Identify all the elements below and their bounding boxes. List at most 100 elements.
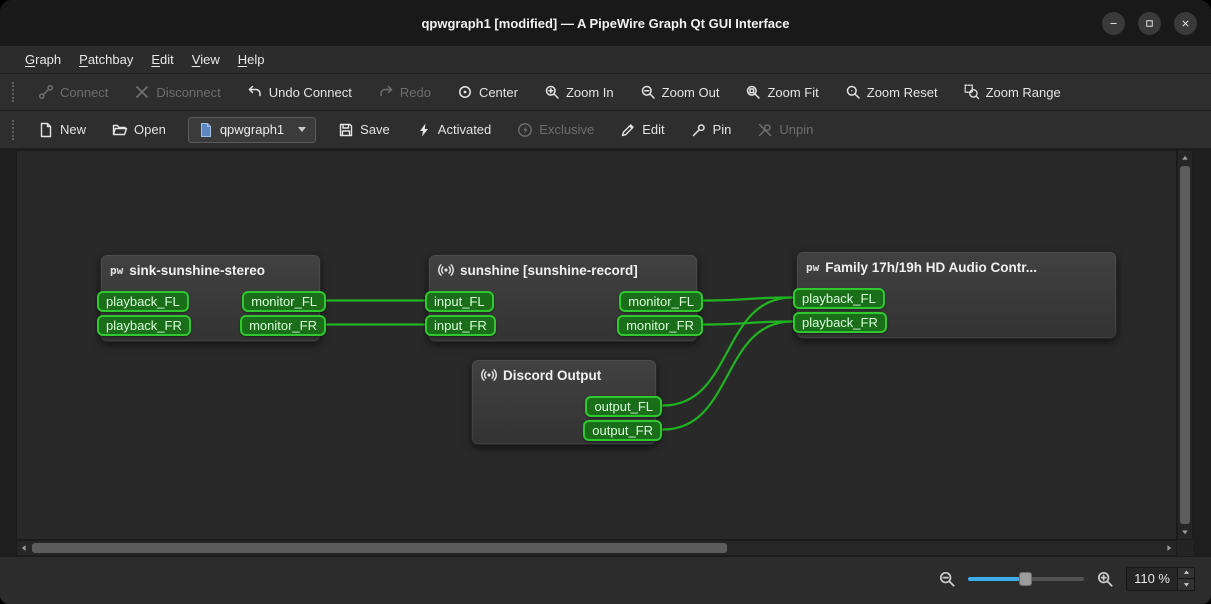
arrow-up-icon xyxy=(1182,568,1191,577)
record-icon xyxy=(438,262,454,278)
port-input-playback_FL[interactable]: playback_FL xyxy=(793,288,885,309)
menu-item-patchbay[interactable]: Patchbay xyxy=(70,46,142,73)
scroll-up-button[interactable] xyxy=(1178,151,1192,165)
port-input-input_FR[interactable]: input_FR xyxy=(425,315,496,336)
new-icon xyxy=(38,122,54,138)
pipewire-icon: pw xyxy=(110,262,123,278)
node-family[interactable]: pwFamily 17h/19h HD Audio Contr...playba… xyxy=(796,251,1117,339)
unpin-icon xyxy=(757,122,773,138)
zoom-reset-icon xyxy=(845,84,861,100)
graph-view: pwsink-sunshine-stereoplayback_FLplaybac… xyxy=(0,148,1211,556)
zoom-reset-button[interactable]: Zoom Reset xyxy=(837,78,946,106)
toolbar-button-label: Zoom Fit xyxy=(767,85,818,100)
horizontal-scrollbar-thumb[interactable] xyxy=(32,543,727,553)
center-button[interactable]: Center xyxy=(449,78,526,106)
menu-item-view[interactable]: View xyxy=(183,46,229,73)
connect-icon xyxy=(38,84,54,100)
graph-canvas[interactable]: pwsink-sunshine-stereoplayback_FLplaybac… xyxy=(16,150,1177,540)
zoom-slider[interactable] xyxy=(968,571,1084,587)
zoom-spinbox[interactable]: 110 % xyxy=(1126,567,1195,591)
zoom-fit-button[interactable]: Zoom Fit xyxy=(737,78,826,106)
statusbar: 110 % xyxy=(0,556,1211,604)
vertical-scrollbar-thumb[interactable] xyxy=(1180,166,1190,524)
menu-item-graph[interactable]: Graph xyxy=(16,46,70,73)
open-button[interactable]: Open xyxy=(104,116,174,144)
scroll-right-button[interactable] xyxy=(1162,541,1176,555)
activated-button[interactable]: Activated xyxy=(408,116,499,144)
zoom-in-icon xyxy=(544,84,560,100)
port-output-monitor_FR[interactable]: monitor_FR xyxy=(617,315,703,336)
horizontal-scrollbar[interactable] xyxy=(16,540,1177,556)
toolbar-drag-handle[interactable] xyxy=(12,120,18,140)
node-discord[interactable]: Discord Outputoutput_FLoutput_FR xyxy=(471,359,657,445)
exclusive-button[interactable]: Exclusive xyxy=(509,116,602,144)
port-input-playback_FR[interactable]: playback_FR xyxy=(793,312,887,333)
zoom-range-icon xyxy=(964,84,980,100)
redo-button[interactable]: Redo xyxy=(370,78,439,106)
edit-icon xyxy=(620,122,636,138)
unpin-button[interactable]: Unpin xyxy=(749,116,821,144)
connections-layer xyxy=(17,151,1176,539)
zoom-out-button[interactable]: Zoom Out xyxy=(632,78,728,106)
scroll-left-button[interactable] xyxy=(17,541,31,555)
minimize-button[interactable] xyxy=(1102,12,1125,35)
new-button[interactable]: New xyxy=(30,116,94,144)
toolbar-button-label: New xyxy=(60,122,86,137)
disconnect-button[interactable]: Disconnect xyxy=(126,78,228,106)
node-title: Discord Output xyxy=(503,368,601,383)
combo-value: qpwgraph1 xyxy=(220,122,284,137)
maximize-button[interactable] xyxy=(1138,12,1161,35)
port-output-output_FR[interactable]: output_FR xyxy=(583,420,662,441)
zoom-value[interactable]: 110 % xyxy=(1127,568,1177,590)
menu-item-help[interactable]: Help xyxy=(229,46,274,73)
patchbay-profile-combo[interactable]: qpwgraph1 xyxy=(188,117,316,143)
port-input-input_FL[interactable]: input_FL xyxy=(425,291,494,312)
activated-icon xyxy=(416,122,432,138)
window-controls xyxy=(1102,0,1197,46)
zoom-range-button[interactable]: Zoom Range xyxy=(956,78,1069,106)
patchbay-file-icon xyxy=(198,122,214,138)
toolbar-graph: Connect Disconnect Undo Connect Redo Center Z… xyxy=(0,73,1211,110)
record-icon xyxy=(481,367,497,383)
scroll-down-button[interactable] xyxy=(1178,525,1192,539)
titlebar[interactable]: qpwgraph1 [modified] — A PipeWire Graph … xyxy=(0,0,1211,46)
node-title: sink-sunshine-stereo xyxy=(129,263,265,278)
close-button[interactable] xyxy=(1174,12,1197,35)
port-input-playback_FL[interactable]: playback_FL xyxy=(97,291,189,312)
zoom-spin-down-button[interactable] xyxy=(1178,578,1194,590)
menu-item-edit[interactable]: Edit xyxy=(142,46,182,73)
vertical-scrollbar[interactable] xyxy=(1177,150,1193,540)
edit-button[interactable]: Edit xyxy=(612,116,672,144)
node-sink[interactable]: pw sink-sunshine-stereo playback_FLplaybac… xyxy=(100,254,321,342)
toolbar-drag-handle[interactable] xyxy=(12,82,18,102)
node-title: sunshine [sunshine-record] xyxy=(460,263,638,278)
open-icon xyxy=(112,122,128,138)
zoom-spin-up-button[interactable] xyxy=(1178,568,1194,579)
arrow-down-icon xyxy=(1180,527,1190,537)
arrow-up-icon xyxy=(1180,153,1190,163)
port-input-playback_FR[interactable]: playback_FR xyxy=(97,315,191,336)
port-output-monitor_FL[interactable]: monitor_FL xyxy=(619,291,703,312)
toolbar-button-label: Redo xyxy=(400,85,431,100)
zoom-in-button[interactable]: Zoom In xyxy=(536,78,622,106)
port-output-monitor_FR[interactable]: monitor_FR xyxy=(240,315,326,336)
node-sunshine[interactable]: sunshine [sunshine-record] input_FL input_… xyxy=(428,254,698,342)
save-button[interactable]: Save xyxy=(330,116,398,144)
node-title-bar: sunshine [sunshine-record] xyxy=(429,255,697,278)
toolbar-button-label: Zoom In xyxy=(566,85,614,100)
port-output-output_FL[interactable]: output_FL xyxy=(585,396,662,417)
zoom-slider-handle[interactable] xyxy=(1019,572,1032,586)
toolbar-button-label: Zoom Reset xyxy=(867,85,938,100)
toolbar-button-label: Connect xyxy=(60,85,108,100)
chevron-down-icon xyxy=(298,127,306,132)
connect-button[interactable]: Connect xyxy=(30,78,116,106)
scrollbar-corner xyxy=(1177,540,1193,556)
undo-connect-button[interactable]: Undo Connect xyxy=(239,78,360,106)
port-output-monitor_FL[interactable]: monitor_FL xyxy=(242,291,326,312)
toolbar-button-label: Pin xyxy=(713,122,732,137)
zoom-spin-arrows xyxy=(1177,568,1194,590)
zoom-out-icon xyxy=(640,84,656,100)
pin-button[interactable]: Pin xyxy=(683,116,740,144)
horizontal-scrollbar-track[interactable] xyxy=(727,541,1162,555)
menubar: GraphPatchbayEditViewHelp xyxy=(0,46,1211,73)
